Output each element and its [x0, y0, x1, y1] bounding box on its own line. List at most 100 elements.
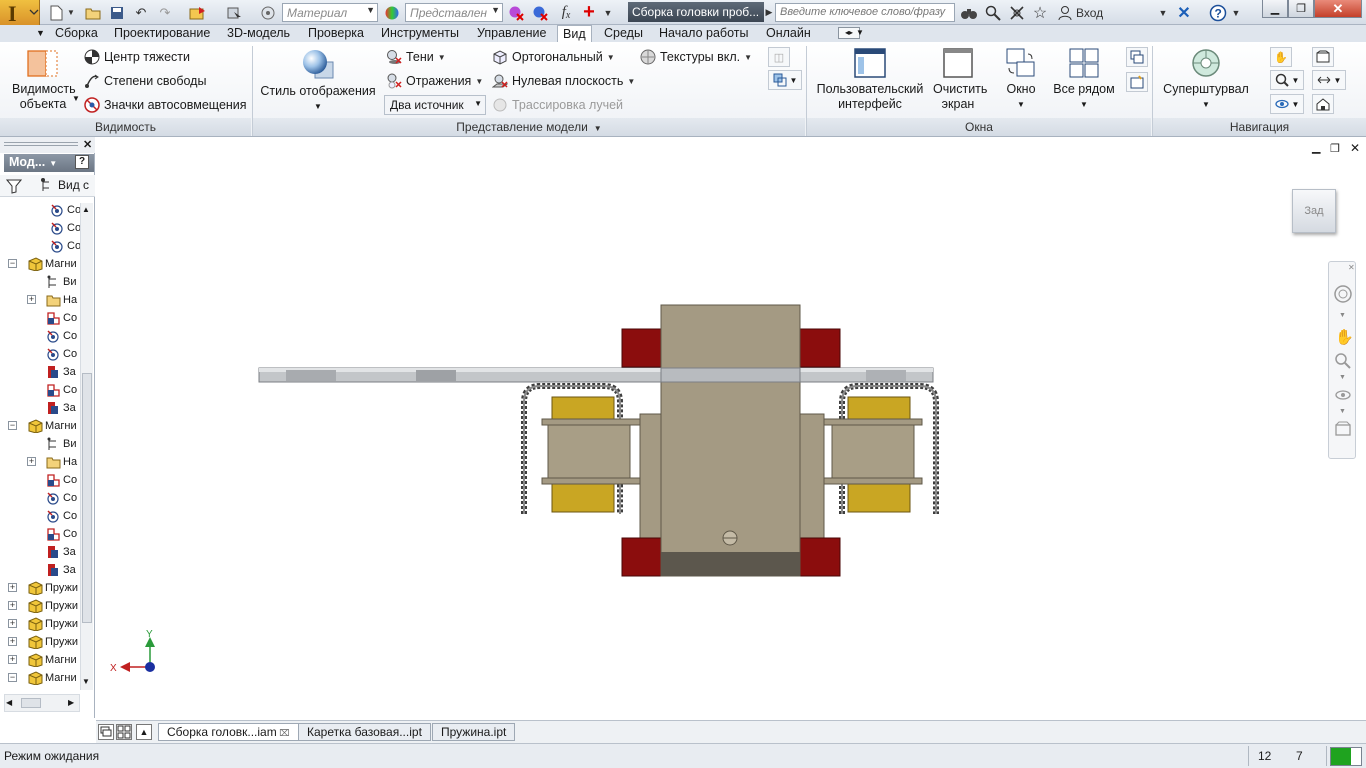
close-button[interactable]: ✕ — [1314, 0, 1362, 18]
browser-help-icon[interactable]: ? — [75, 155, 89, 169]
tree-node[interactable]: + На — [0, 291, 80, 309]
orbit-button[interactable]: ▼ — [1270, 94, 1304, 114]
tree-expander-icon[interactable]: + — [27, 295, 36, 304]
window-switch-button[interactable]: Окно ▼ — [998, 48, 1044, 112]
navbar-close-icon[interactable]: ✕ — [1348, 263, 1355, 272]
tree-node[interactable]: Со — [0, 507, 80, 525]
navbar-orbit-icon[interactable] — [1334, 386, 1352, 407]
signin-label[interactable]: Вход — [1076, 3, 1116, 22]
adjust-icon[interactable] — [530, 3, 550, 22]
tab-10[interactable]: Онлайн — [761, 25, 816, 42]
clean-screen-button[interactable]: Очистить экран — [928, 48, 988, 112]
appearance-icon[interactable] — [382, 3, 402, 22]
tree-node[interactable]: За — [0, 363, 80, 381]
filter-icon[interactable] — [5, 178, 23, 197]
viewport-close-icon[interactable]: ✕ — [1350, 141, 1360, 155]
tree-expander-icon[interactable]: + — [27, 457, 36, 466]
tree-node[interactable]: Со — [0, 489, 80, 507]
tree-node[interactable]: + Пружи — [0, 615, 80, 633]
communication-center-icon[interactable] — [1006, 3, 1028, 22]
browser-horizontal-scrollbar[interactable]: ◀ ▶ — [4, 694, 80, 712]
tree-node[interactable]: Со — [0, 381, 80, 399]
document-tab[interactable]: Сборка головк...iam ⌧ — [158, 723, 299, 741]
app-logo-icon[interactable]: I — [0, 0, 40, 26]
degrees-of-freedom-button[interactable]: Степени свободы — [84, 73, 206, 89]
search-input[interactable]: Введите ключевое слово/фразу — [775, 3, 955, 22]
tab-8[interactable]: Среды — [599, 25, 648, 42]
steering-wheel-button[interactable]: Суперштурвал ▼ — [1160, 48, 1252, 112]
color-override-icon[interactable] — [258, 3, 278, 22]
browser-grip[interactable]: ✕ — [0, 137, 95, 153]
model-display-panel-title[interactable]: Представление модели ▼ — [253, 118, 805, 136]
cascade-button[interactable] — [1126, 47, 1148, 67]
undo-icon[interactable]: ↶ — [132, 3, 150, 22]
tree-node[interactable]: + Пружи — [0, 597, 80, 615]
redo-icon[interactable]: ↷ — [156, 3, 174, 22]
tree-node[interactable]: Со — [0, 327, 80, 345]
navbar-zoom-icon[interactable] — [1334, 352, 1352, 373]
navbar-steering-wheel-icon[interactable] — [1333, 284, 1353, 307]
tree-node[interactable]: За — [0, 561, 80, 579]
document-tab[interactable]: Каретка базовая...ipt — [298, 723, 431, 741]
lighting-style-select[interactable]: Два источник ▼ — [384, 95, 486, 115]
graphics-viewport[interactable]: ▁ ❐ ✕ Зад ✕ ▼ ✋ ▼ ▼ Y X — [96, 137, 1366, 720]
zoom-button[interactable]: ▼ — [1270, 70, 1304, 90]
open-icon[interactable] — [84, 3, 102, 22]
tree-expander-icon[interactable]: − — [8, 259, 17, 268]
tree-node[interactable]: Со — [0, 237, 80, 255]
viewport-restore-icon[interactable]: ❐ — [1330, 142, 1340, 155]
scroll-left-icon[interactable]: ◀ — [6, 698, 12, 707]
app-menu-arrow[interactable]: ▼ — [36, 28, 46, 38]
help-dropdown-icon[interactable]: ▼ — [1231, 3, 1241, 22]
tree-node[interactable]: + Магни — [0, 651, 80, 669]
pan-button[interactable]: ✋ — [1270, 47, 1292, 67]
new-window-button[interactable] — [1126, 72, 1148, 92]
tree-expander-icon[interactable]: − — [8, 673, 17, 682]
windows-panel-title[interactable]: Окна — [807, 118, 1151, 136]
auto-constraint-icons-button[interactable]: Значки автосовмещения — [84, 97, 247, 113]
tile-all-button[interactable]: Все рядом ▼ — [1052, 48, 1116, 112]
ground-plane-button[interactable]: Нулевая плоскость ▼ — [492, 73, 635, 89]
tree-node[interactable]: + Пружи — [0, 579, 80, 597]
navbar-steering-dropdown-icon[interactable]: ▼ — [1339, 312, 1346, 319]
visibility-panel-title[interactable]: Видимость — [0, 118, 251, 136]
tree-node[interactable]: − Магни — [0, 669, 80, 687]
doc-list-up-icon[interactable]: ▲ — [136, 724, 152, 740]
new-dropdown-icon[interactable]: ▼ — [66, 3, 76, 22]
look-at-button[interactable] — [1312, 47, 1334, 67]
navigate-panel-title[interactable]: Навигация — [1153, 118, 1366, 136]
minimize-button[interactable]: ▁ — [1262, 0, 1288, 18]
reflections-button[interactable]: Отражения ▼ — [386, 73, 483, 89]
tab-close-icon[interactable]: ⌧ — [277, 728, 289, 738]
center-of-gravity-button[interactable]: Центр тяжести — [84, 49, 190, 65]
tree-expander-icon[interactable]: + — [8, 619, 17, 628]
tree-node[interactable]: + На — [0, 453, 80, 471]
browser-close-icon[interactable]: ✕ — [83, 138, 92, 151]
select-mode-icon[interactable] — [222, 3, 246, 22]
view-cube-display-button[interactable]: ◫ — [768, 47, 790, 67]
tab-6[interactable]: Управление — [472, 25, 552, 42]
tree-node[interactable]: Ви — [0, 273, 80, 291]
tab-7[interactable]: Вид — [557, 25, 592, 42]
tab-3[interactable]: 3D-модель — [222, 25, 295, 42]
tree-expander-icon[interactable]: + — [8, 655, 17, 664]
tree-expander-icon[interactable]: + — [8, 583, 17, 592]
tab-4[interactable]: Проверка — [303, 25, 369, 42]
representation-combo[interactable]: Представлен ▼ — [405, 3, 503, 22]
customize-dropdown-icon[interactable]: ▼ — [602, 3, 614, 22]
favorites-star-icon[interactable]: ☆ — [1030, 3, 1050, 22]
visual-style-button[interactable]: Стиль отображения ▼ — [258, 48, 378, 114]
tree-node[interactable]: − Магни — [0, 255, 80, 273]
scroll-up-icon[interactable]: ▲ — [82, 205, 90, 214]
tree-node[interactable]: Со — [0, 345, 80, 363]
object-visibility-button[interactable]: Видимость объекта — [6, 48, 80, 112]
user-interface-button[interactable]: Пользовательский интерфейс — [812, 48, 928, 112]
update-icon[interactable] — [186, 3, 210, 22]
save-icon[interactable] — [108, 3, 126, 22]
tree-node[interactable]: Со — [0, 309, 80, 327]
binoculars-icon[interactable] — [958, 3, 980, 22]
view-cube[interactable]: Зад — [1292, 189, 1336, 233]
viewport-minimize-icon[interactable]: ▁ — [1312, 141, 1320, 154]
hscroll-thumb[interactable] — [21, 698, 41, 708]
navbar-look-at-icon[interactable] — [1334, 420, 1352, 441]
